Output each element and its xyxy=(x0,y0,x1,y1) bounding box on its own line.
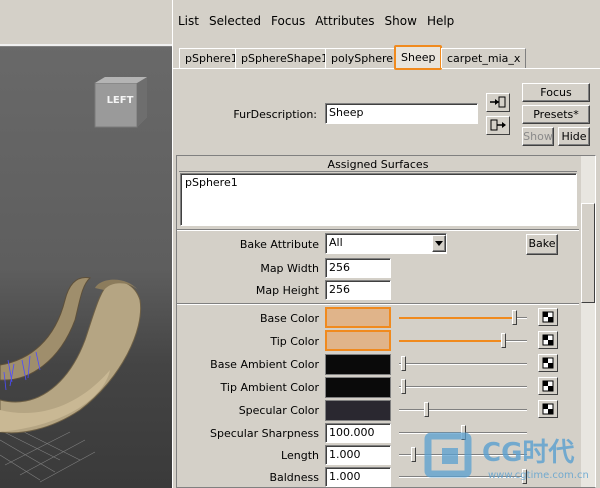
specular-sharpness-field[interactable]: 100.000 xyxy=(325,423,391,443)
baldness-field[interactable]: 1.000 xyxy=(325,467,391,487)
menu-focus[interactable]: Focus xyxy=(266,12,310,32)
base-color-map-button[interactable] xyxy=(538,308,558,326)
menu-bar: List Selected Focus Attributes Show Help xyxy=(173,12,459,32)
base-ambient-color-slider[interactable] xyxy=(399,355,529,373)
viewcube-label: LEFT xyxy=(106,95,134,106)
tip-color-slider[interactable] xyxy=(399,332,529,350)
base-color-swatch[interactable] xyxy=(325,307,391,328)
bake-attribute-dropdown[interactable] xyxy=(432,235,446,252)
focus-button[interactable]: Focus xyxy=(522,83,590,102)
specular-color-label: Specular Color xyxy=(238,404,319,417)
menu-help[interactable]: Help xyxy=(422,12,459,32)
menu-list[interactable]: List xyxy=(173,12,204,32)
bake-attribute-select[interactable]: All xyxy=(325,233,447,254)
tab-carpet-mia-x[interactable]: carpet_mia_x xyxy=(441,48,527,68)
hide-button[interactable]: Hide xyxy=(558,127,590,146)
watermark-url: www.cgtime.com.cn xyxy=(488,470,589,481)
scrollbar-thumb[interactable] xyxy=(581,203,595,303)
specular-color-swatch[interactable] xyxy=(325,400,391,421)
divider xyxy=(177,303,579,305)
length-label: Length xyxy=(281,449,319,462)
tab-sheep[interactable]: Sheep xyxy=(394,45,443,70)
watermark-logo: CG时代 www.cgtime.com.cn xyxy=(422,430,600,488)
specular-color-map-button[interactable] xyxy=(538,400,558,418)
checker-map-icon xyxy=(542,334,554,346)
tab-psphereshape1[interactable]: pSphereShape1 xyxy=(235,48,335,68)
map-width-label: Map Width xyxy=(260,262,319,275)
tip-ambient-color-swatch[interactable] xyxy=(325,377,391,398)
viewcube[interactable]: LEFT xyxy=(93,77,147,128)
tip-color-label: Tip Color xyxy=(270,335,319,348)
divider xyxy=(177,229,579,231)
viewport-3d[interactable]: LEFT xyxy=(0,0,172,488)
menu-attributes[interactable]: Attributes xyxy=(310,12,379,32)
show-button[interactable]: Show xyxy=(522,127,554,146)
tip-ambient-color-slider[interactable] xyxy=(399,378,529,396)
scene-render xyxy=(0,277,142,483)
bake-attribute-label: Bake Attribute xyxy=(239,238,319,251)
assigned-surfaces-list[interactable]: pSphere1 xyxy=(180,173,577,226)
menu-selected[interactable]: Selected xyxy=(204,12,266,32)
tip-ambient-color-label: Tip Ambient Color xyxy=(220,381,319,394)
baldness-label: Baldness xyxy=(269,471,319,484)
input-connection-icon xyxy=(490,96,506,108)
attribute-editor: List Selected Focus Attributes Show Help… xyxy=(172,0,600,488)
checker-map-icon xyxy=(542,311,554,323)
map-height-label: Map Height xyxy=(255,284,319,297)
viewport-toolbar-edge xyxy=(0,44,172,47)
base-ambient-color-map-button[interactable] xyxy=(538,354,558,372)
assigned-surfaces-header[interactable]: Assigned Surfaces xyxy=(179,158,577,172)
base-color-slider[interactable] xyxy=(399,309,529,327)
checker-map-icon xyxy=(542,357,554,369)
base-color-label: Base Color xyxy=(259,312,319,325)
presets-button[interactable]: Presets* xyxy=(522,105,590,124)
map-height-field[interactable]: 256 xyxy=(325,280,391,300)
viewport-toolbar xyxy=(0,0,172,45)
watermark-brand: CG时代 xyxy=(482,438,575,468)
length-field[interactable]: 1.000 xyxy=(325,445,391,465)
base-ambient-color-label: Base Ambient Color xyxy=(210,358,319,371)
checker-map-icon xyxy=(542,380,554,392)
base-ambient-color-swatch[interactable] xyxy=(325,354,391,375)
bake-attribute-value: All xyxy=(329,236,343,249)
bake-button[interactable]: Bake xyxy=(526,234,558,255)
specular-color-slider[interactable] xyxy=(399,401,529,419)
tip-color-swatch[interactable] xyxy=(325,330,391,351)
fur-description-field[interactable]: Sheep xyxy=(325,103,478,124)
specular-sharpness-label: Specular Sharpness xyxy=(210,427,319,440)
tip-ambient-color-map-button[interactable] xyxy=(538,377,558,395)
tip-color-map-button[interactable] xyxy=(538,331,558,349)
map-width-field[interactable]: 256 xyxy=(325,258,391,278)
output-connection-icon xyxy=(490,119,506,131)
tab-strip-rule xyxy=(173,68,600,69)
input-connection-button[interactable] xyxy=(486,93,510,112)
fur-description-label: FurDescription: xyxy=(233,108,317,121)
chevron-down-icon xyxy=(435,241,443,246)
menu-show[interactable]: Show xyxy=(380,12,422,32)
output-connection-button[interactable] xyxy=(486,116,510,135)
list-item[interactable]: pSphere1 xyxy=(181,174,576,191)
checker-map-icon xyxy=(542,403,554,415)
